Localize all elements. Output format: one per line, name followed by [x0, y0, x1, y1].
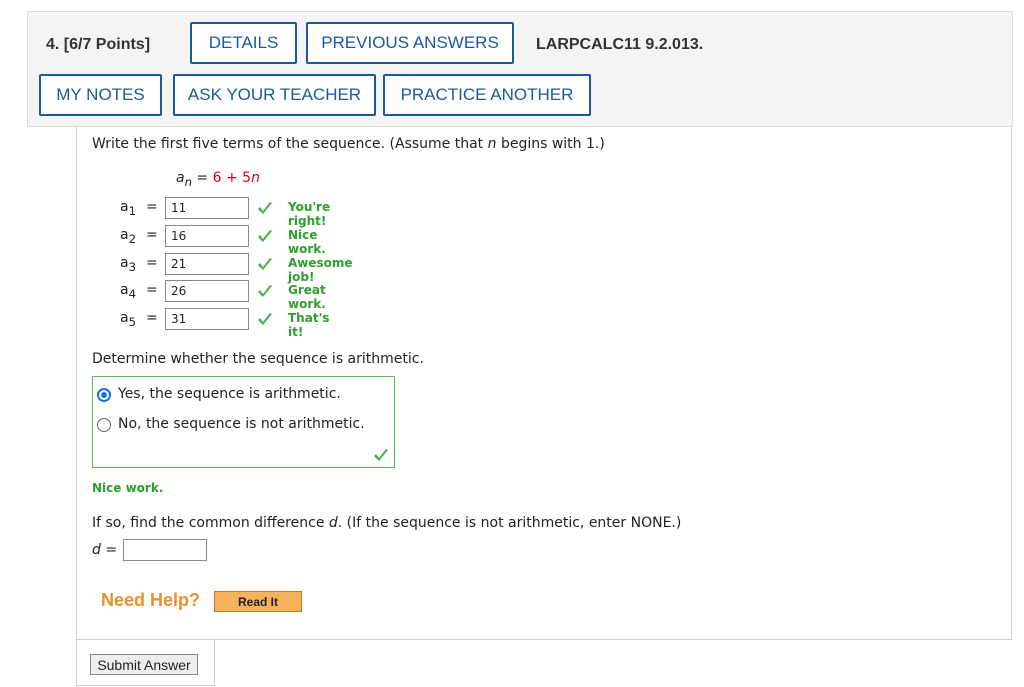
checkmark-icon: [258, 258, 272, 270]
equals-sign: =: [146, 199, 158, 215]
question-header: 4. [6/7 Points] DETAILS PREVIOUS ANSWERS…: [27, 11, 1013, 127]
equals-sign: =: [146, 282, 158, 298]
option-no-label[interactable]: No, the sequence is not arithmetic.: [118, 416, 365, 432]
checkmark-icon: [258, 230, 272, 242]
sequence-formula: an = 6 + 5n: [176, 170, 260, 189]
checkmark-icon: [258, 313, 272, 325]
checkmark-icon: [258, 202, 272, 214]
checkmark-icon: [374, 449, 388, 461]
term-input[interactable]: 26: [165, 280, 249, 302]
sequence-instruction: Write the first five terms of the sequen…: [92, 136, 605, 152]
choice-box: Yes, the sequence is arithmetic. No, the…: [92, 376, 395, 468]
common-difference-prompt: If so, find the common difference d. (If…: [92, 515, 682, 531]
equals-sign: =: [146, 255, 158, 271]
term-input[interactable]: 16: [165, 225, 249, 247]
practice-another-button[interactable]: PRACTICE ANOTHER: [383, 74, 591, 116]
my-notes-button[interactable]: MY NOTES: [39, 74, 162, 116]
details-button[interactable]: DETAILS: [190, 22, 297, 64]
problem-reference: LARPCALC11 9.2.013.: [536, 36, 704, 53]
difference-input[interactable]: [123, 539, 207, 561]
ask-your-teacher-button[interactable]: ASK YOUR TEACHER: [173, 74, 376, 116]
term-input[interactable]: 11: [165, 197, 249, 219]
question-number: 4. [6/7 Points]: [46, 36, 151, 53]
need-help-label: Need Help?: [101, 590, 201, 610]
equals-sign: =: [146, 310, 158, 326]
radio-yes[interactable]: [97, 388, 111, 402]
read-it-button[interactable]: Read It: [214, 591, 302, 612]
radio-no[interactable]: [97, 418, 111, 432]
option-yes-label[interactable]: Yes, the sequence is arithmetic.: [118, 386, 341, 402]
arithmetic-question: Determine whether the sequence is arithm…: [92, 351, 424, 367]
checkmark-icon: [258, 285, 272, 297]
term-feedback: Awesome job!: [288, 256, 353, 284]
term-feedback: Great work.: [288, 283, 326, 311]
submit-answer-button[interactable]: Submit Answer: [90, 654, 198, 675]
choice-feedback: Nice work.: [92, 481, 164, 495]
term-feedback: That's it!: [288, 311, 330, 339]
term-feedback: You're right!: [288, 200, 331, 228]
equals-sign: =: [146, 227, 158, 243]
term-input[interactable]: 31: [165, 308, 249, 330]
term-feedback: Nice work.: [288, 228, 326, 256]
previous-answers-button[interactable]: PREVIOUS ANSWERS: [306, 22, 514, 64]
difference-label: d =: [92, 542, 118, 558]
term-input[interactable]: 21: [165, 253, 249, 275]
